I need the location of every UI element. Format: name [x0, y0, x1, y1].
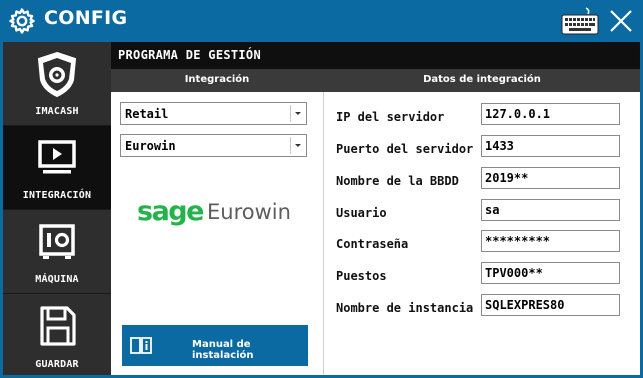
sidebar-item-imacash[interactable]: IMACASH [3, 42, 111, 125]
field-label-stations: Puestos [336, 269, 387, 283]
field-label-instance: Nombre de instancia [336, 301, 474, 315]
field-label-port: Puerto del servidor [336, 142, 474, 156]
sidebar-item-integracion[interactable]: INTEGRACIÓN [3, 126, 111, 209]
main-panel: PROGRAMA DE GESTIÓN Integración Datos de… [111, 42, 640, 375]
logo-brand: sage [137, 196, 204, 227]
sidebar-item-label: IMACASH [35, 106, 79, 117]
manual-button-label: Manual de instalación [192, 339, 254, 361]
window-title: CONFIG [44, 7, 128, 29]
select-value: Retail [125, 107, 169, 121]
column-title-datos: Datos de integración [423, 74, 541, 85]
server-ip-input[interactable] [481, 103, 620, 125]
field-label-password: Contraseña [336, 237, 409, 251]
sidebar-item-label: INTEGRACIÓN [22, 190, 92, 201]
sidebar-item-label: MÁQUINA [35, 274, 79, 285]
book-info-icon [130, 337, 152, 354]
machine-icon [39, 224, 75, 259]
config-window: CONFIG IMACASH INTEGRACIÓN MÁQUINA GUARD… [0, 0, 643, 378]
close-icon [610, 10, 632, 32]
sidebar-item-label: GUARDAR [35, 359, 79, 370]
sage-eurowin-logo: sage Eurowin [137, 196, 297, 232]
keyboard-button[interactable] [560, 6, 600, 36]
sidebar-item-guardar[interactable]: GUARDAR [3, 294, 111, 375]
field-label-database: Nombre de la BBDD [336, 174, 459, 188]
chevron-down-icon[interactable] [290, 137, 304, 154]
select-value: Eurowin [125, 139, 176, 153]
column-title-integracion: Integración [184, 74, 250, 85]
column-divider [323, 92, 324, 375]
main-header: PROGRAMA DE GESTIÓN [111, 42, 640, 69]
database-name-input[interactable] [481, 167, 620, 189]
installation-manual-button[interactable]: Manual de instalación [122, 325, 308, 366]
integration-type-select[interactable]: Retail [120, 102, 307, 125]
monitor-play-icon [38, 140, 76, 174]
sidebar: IMACASH INTEGRACIÓN MÁQUINA GUARDAR [3, 42, 111, 375]
logo-product: Eurowin [207, 200, 291, 224]
floppy-disk-icon [40, 306, 76, 346]
keyboard-icon [561, 7, 599, 35]
integration-software-select[interactable]: Eurowin [120, 134, 307, 157]
stations-input[interactable] [481, 262, 620, 284]
title-bar: CONFIG [0, 0, 643, 40]
field-label-ip: IP del servidor [336, 110, 445, 124]
column-header: Integración Datos de integración [111, 69, 640, 92]
password-input[interactable] [481, 230, 620, 252]
close-button[interactable] [606, 6, 636, 36]
user-input[interactable] [481, 199, 620, 221]
instance-name-input[interactable] [481, 294, 620, 316]
server-port-input[interactable] [481, 135, 620, 157]
gear-icon [9, 8, 35, 34]
sidebar-item-maquina[interactable]: MÁQUINA [3, 210, 111, 293]
chevron-down-icon[interactable] [290, 105, 304, 122]
field-label-user: Usuario [336, 206, 387, 220]
safe-shield-icon [37, 51, 77, 98]
page-title: PROGRAMA DE GESTIÓN [118, 48, 261, 62]
